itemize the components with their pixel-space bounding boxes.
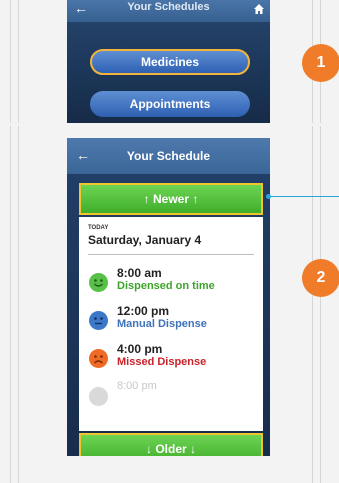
entry-time: 8:00 am [117,266,162,280]
schedule-entry[interactable]: 12:00 pm Manual Dispense [79,304,263,342]
neutral-face-icon [89,311,108,330]
schedule-entry[interactable]: 8:00 pm [79,380,263,418]
schedules-screen: ← Your Schedules Medicines Appointments [67,0,270,123]
background-stripe [10,0,11,123]
smiley-face-icon [89,273,108,292]
medicines-button[interactable]: Medicines [90,49,250,75]
background-stripe [312,126,313,483]
entry-time: 12:00 pm [117,304,170,318]
background-stripe [10,126,11,483]
schedule-list: TODAY Saturday, January 4 8:00 am Dispen… [79,217,263,431]
entry-status: Missed Dispense [117,356,207,368]
step-2-badge: 2 [302,259,339,297]
background-stripe [320,126,321,483]
app-header: ← Your Schedules [67,0,270,22]
appointments-button[interactable]: Appointments [90,91,250,117]
screen-title: Your Schedules [127,1,210,13]
day-label: TODAY [88,225,109,231]
screen-title: Your Schedule [126,149,211,163]
schedule-entry[interactable]: 8:00 am Dispensed on time [79,266,263,304]
sad-face-icon [89,349,108,368]
app-header: ← Your Schedule [67,138,270,174]
home-icon[interactable] [254,4,264,14]
date-heading: Saturday, January 4 [88,233,202,247]
background-stripe [18,0,19,123]
divider [88,254,254,255]
schedule-screen: ← Your Schedule ↑ Newer ↑ TODAY Saturday… [67,138,270,456]
entry-status: Manual Dispense [117,318,207,330]
connector-line [269,196,339,197]
schedule-entry[interactable]: 4:00 pm Missed Dispense [79,342,263,380]
older-button[interactable]: ↓ Older ↓ [79,433,263,456]
entry-time: 4:00 pm [117,342,163,356]
step-1-badge: 1 [302,44,339,82]
entry-status: Dispensed on time [117,280,215,292]
background-stripe [18,126,19,483]
newer-button[interactable]: ↑ Newer ↑ [79,183,263,215]
entry-time: 8:00 pm [117,380,157,392]
upcoming-dose-icon [89,387,108,406]
